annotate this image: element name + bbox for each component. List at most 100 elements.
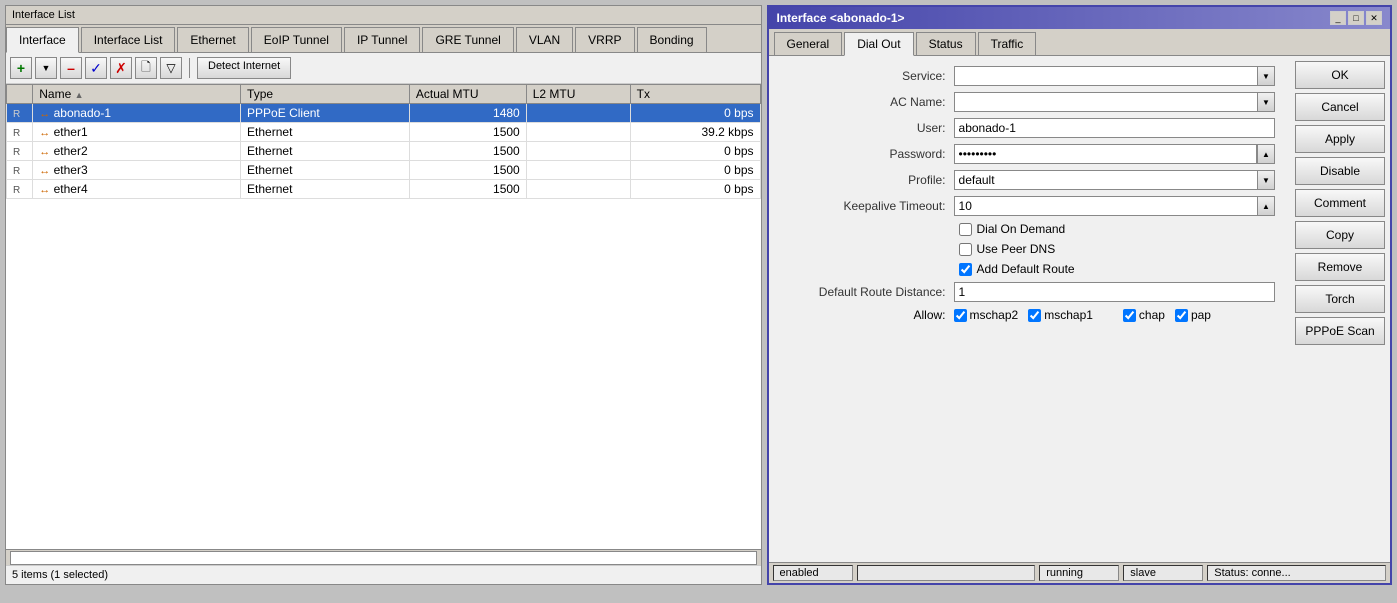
- enable-button[interactable]: ✓: [85, 57, 107, 79]
- minimize-button[interactable]: _: [1330, 11, 1346, 25]
- x-icon: ✗: [115, 60, 127, 77]
- add-default-route-checkbox[interactable]: [959, 263, 972, 276]
- service-dropdown-button[interactable]: ▼: [1257, 66, 1275, 86]
- remove-button[interactable]: –: [60, 57, 82, 79]
- allow-row: Allow: mschap2 mschap1 chap: [784, 308, 1275, 322]
- dialog-status-bar: enabled running slave Status: conne...: [769, 562, 1390, 583]
- minus-icon: –: [67, 60, 75, 76]
- apply-button[interactable]: Apply: [1295, 125, 1385, 153]
- col-name[interactable]: Name ▲: [33, 85, 241, 104]
- profile-dropdown-button[interactable]: ▼: [1257, 170, 1275, 190]
- tab-vlan[interactable]: VLAN: [516, 27, 573, 52]
- dialog-titlebar: Interface <abonado-1> _ □ ✕: [769, 7, 1390, 29]
- toolbar-separator: [189, 58, 190, 78]
- password-input-container: ▲: [954, 144, 1275, 164]
- interface-table-container[interactable]: Name ▲ Type Actual MTU L2 MTU Tx R ↔ abo…: [6, 84, 761, 549]
- allow-label: Allow:: [784, 308, 954, 322]
- col-tx[interactable]: Tx: [630, 85, 760, 104]
- table-row[interactable]: R ↔ ether2 Ethernet 1500 0 bps: [7, 142, 761, 161]
- col-l2-mtu[interactable]: L2 MTU: [526, 85, 630, 104]
- use-peer-dns-checkbox[interactable]: [959, 243, 972, 256]
- row-actual-mtu: 1500: [409, 180, 526, 199]
- password-input[interactable]: [954, 144, 1257, 164]
- ac-name-dropdown-button[interactable]: ▼: [1257, 92, 1275, 112]
- mschap1-label: mschap1: [1044, 308, 1093, 322]
- allow-pap: pap: [1175, 308, 1211, 322]
- service-label: Service:: [784, 69, 954, 83]
- table-row[interactable]: R ↔ abonado-1 PPPoE Client 1480 0 bps: [7, 104, 761, 123]
- cancel-button[interactable]: Cancel: [1295, 93, 1385, 121]
- status-conn: Status: conne...: [1207, 565, 1386, 581]
- row-actual-mtu: 1500: [409, 161, 526, 180]
- dialog-tab-bar: General Dial Out Status Traffic: [769, 29, 1390, 56]
- detect-internet-button[interactable]: Detect Internet: [197, 57, 291, 79]
- row-flag: R: [7, 123, 33, 142]
- chap-checkbox[interactable]: [1123, 309, 1136, 322]
- interface-list-panel: Interface List Interface Interface List …: [5, 5, 762, 585]
- tab-vrrp[interactable]: VRRP: [575, 27, 634, 52]
- col-type[interactable]: Type: [241, 85, 410, 104]
- torch-button[interactable]: Torch: [1295, 285, 1385, 313]
- tab-gre-tunnel[interactable]: GRE Tunnel: [422, 27, 513, 52]
- disable-button[interactable]: Disable: [1295, 157, 1385, 185]
- maximize-button[interactable]: □: [1348, 11, 1364, 25]
- filter-icon: ▽: [166, 61, 175, 75]
- paste-button[interactable]: 🗋: [135, 57, 157, 79]
- row-flag: R: [7, 161, 33, 180]
- remove-button[interactable]: Remove: [1295, 253, 1385, 281]
- filter-button[interactable]: ▽: [160, 57, 182, 79]
- keepalive-label: Keepalive Timeout:: [784, 199, 954, 213]
- default-route-distance-row: Default Route Distance:: [784, 282, 1275, 302]
- col-actual-mtu[interactable]: Actual MTU: [409, 85, 526, 104]
- default-route-distance-input[interactable]: [954, 282, 1275, 302]
- row-tx: 0 bps: [630, 104, 760, 123]
- allow-mschap1: mschap1: [1028, 308, 1093, 322]
- close-button[interactable]: ✕: [1366, 11, 1382, 25]
- pap-checkbox[interactable]: [1175, 309, 1188, 322]
- tab-eoip-tunnel[interactable]: EoIP Tunnel: [251, 27, 342, 52]
- service-input-container: ▼: [954, 66, 1275, 86]
- tab-interface-list[interactable]: Interface List: [81, 27, 176, 52]
- chap-label: chap: [1139, 308, 1165, 322]
- keepalive-input[interactable]: [954, 196, 1257, 216]
- ok-button[interactable]: OK: [1295, 61, 1385, 89]
- tab-general[interactable]: General: [774, 32, 843, 55]
- ac-name-input[interactable]: [954, 92, 1257, 112]
- tab-status[interactable]: Status: [916, 32, 976, 55]
- add-button[interactable]: +: [10, 57, 32, 79]
- tab-dial-out[interactable]: Dial Out: [844, 32, 913, 56]
- profile-input[interactable]: [954, 170, 1257, 190]
- allow-chap: chap: [1123, 308, 1165, 322]
- horizontal-scrollbar[interactable]: [10, 551, 757, 565]
- copy-button[interactable]: Copy: [1295, 221, 1385, 249]
- table-row[interactable]: R ↔ ether3 Ethernet 1500 0 bps: [7, 161, 761, 180]
- table-row[interactable]: R ↔ ether1 Ethernet 1500 39.2 kbps: [7, 123, 761, 142]
- status-empty: [857, 565, 1036, 581]
- disable-button[interactable]: ✗: [110, 57, 132, 79]
- keepalive-up-button[interactable]: ▲: [1257, 196, 1275, 216]
- mschap1-checkbox[interactable]: [1028, 309, 1041, 322]
- tab-ethernet[interactable]: Ethernet: [177, 27, 248, 52]
- table-row[interactable]: R ↔ ether4 Ethernet 1500 0 bps: [7, 180, 761, 199]
- add-dropdown-button[interactable]: ▼: [35, 57, 57, 79]
- row-actual-mtu: 1500: [409, 123, 526, 142]
- dial-on-demand-checkbox[interactable]: [959, 223, 972, 236]
- password-reveal-button[interactable]: ▲: [1257, 144, 1275, 164]
- side-buttons: OK Cancel Apply Disable Comment Copy Rem…: [1290, 56, 1390, 562]
- mschap2-checkbox[interactable]: [954, 309, 967, 322]
- tab-interface[interactable]: Interface: [6, 27, 79, 53]
- profile-label: Profile:: [784, 173, 954, 187]
- tab-ip-tunnel[interactable]: IP Tunnel: [344, 27, 420, 52]
- user-input[interactable]: [954, 118, 1275, 138]
- status-bar: 5 items (1 selected): [6, 565, 761, 584]
- pppoe-scan-button[interactable]: PPPoE Scan: [1295, 317, 1385, 345]
- dialog-content: Service: ▼ AC Name: ▼ User:: [769, 56, 1390, 562]
- service-input[interactable]: [954, 66, 1257, 86]
- horizontal-scrollbar-area[interactable]: [6, 549, 761, 565]
- row-type: Ethernet: [241, 180, 410, 199]
- comment-button[interactable]: Comment: [1295, 189, 1385, 217]
- tab-traffic[interactable]: Traffic: [978, 32, 1037, 55]
- dial-on-demand-label: Dial On Demand: [977, 222, 1066, 236]
- toolbar: + ▼ – ✓ ✗ 🗋 ▽ Detect Internet: [6, 53, 761, 84]
- tab-bonding[interactable]: Bonding: [637, 27, 707, 52]
